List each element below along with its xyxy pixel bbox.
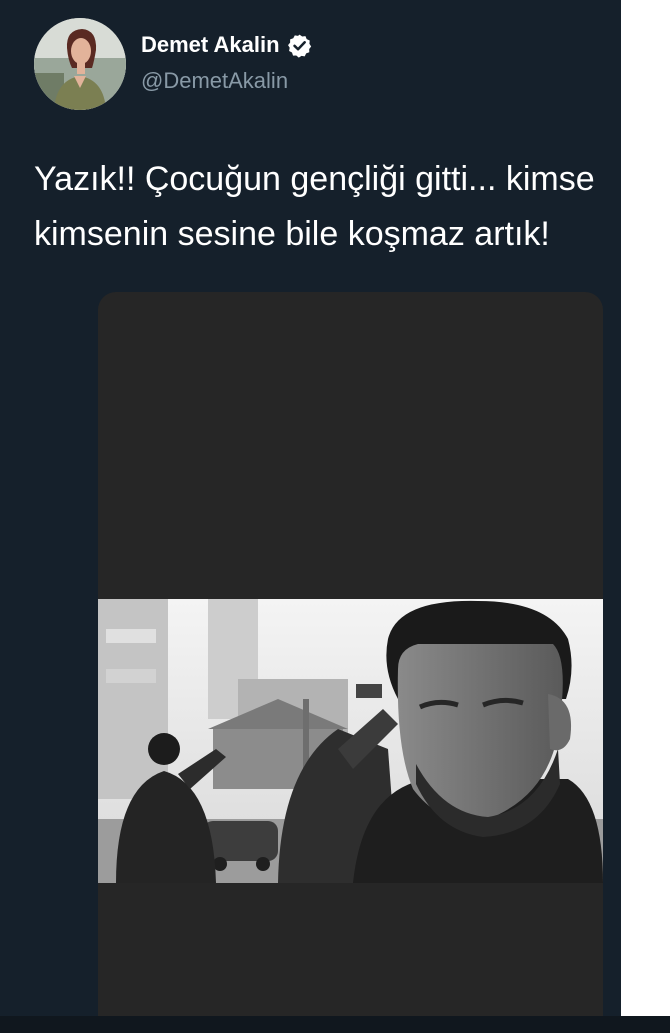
tweet-text: Yazık!! Çocuğun gençliği gitti... kimse … bbox=[34, 152, 621, 262]
tweet-card: Demet Akalin @DemetAkalin Yazık!! Çocuğu… bbox=[0, 0, 621, 1033]
author-name-text: Demet Akalin bbox=[141, 32, 280, 57]
author-handle[interactable]: @DemetAkalin bbox=[141, 68, 288, 94]
author-name[interactable]: Demet Akalin bbox=[141, 32, 312, 58]
media-photo[interactable] bbox=[98, 599, 603, 883]
tweet-text-line-1: Yazık!! Çocuğun gençliği gitti... kimse bbox=[34, 160, 595, 198]
author-avatar[interactable] bbox=[34, 18, 126, 110]
profile-photo bbox=[34, 18, 126, 110]
tweet-text-line-2: kimsenin sesine bile koşmaz artık! bbox=[34, 215, 550, 253]
tweet-media[interactable] bbox=[98, 292, 603, 1033]
verified-badge-icon bbox=[287, 33, 312, 58]
bottom-bar bbox=[0, 1016, 670, 1033]
